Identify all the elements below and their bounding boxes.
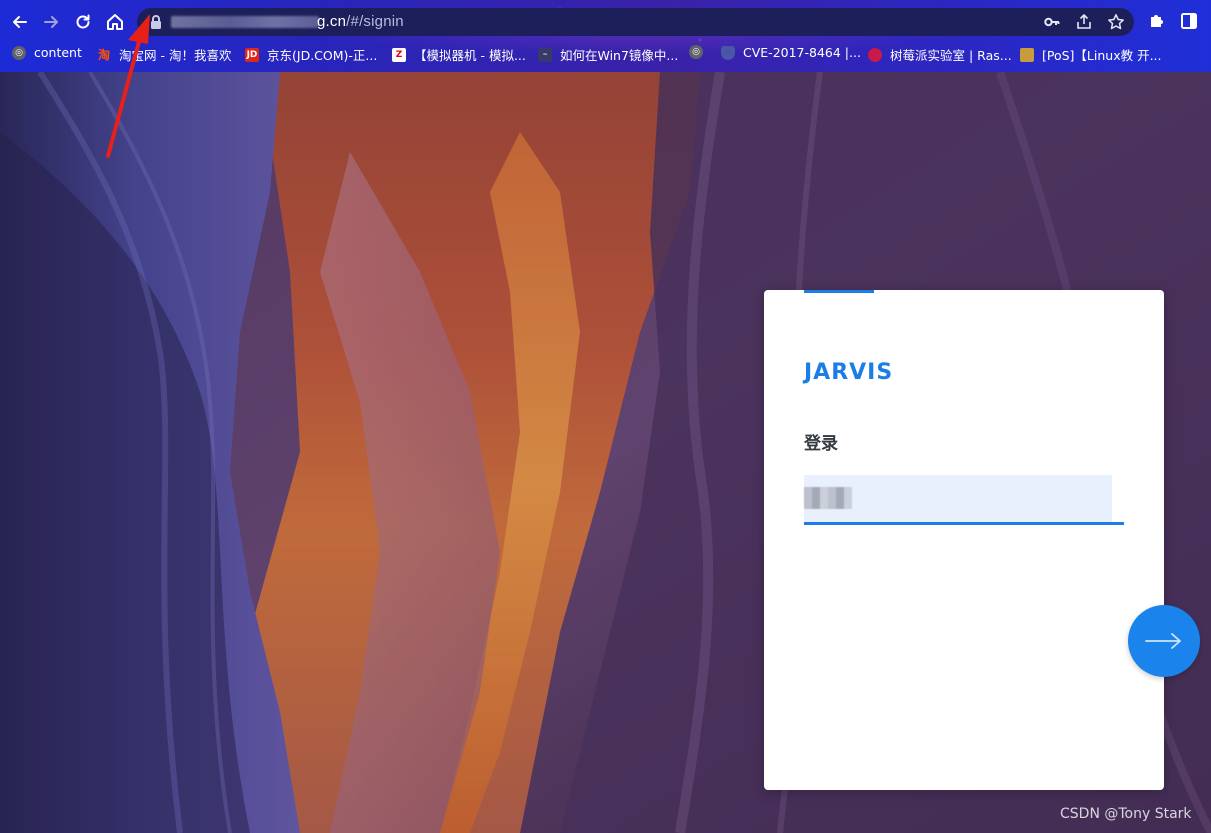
taobao-icon: 淘 bbox=[97, 48, 110, 62]
side-panel-icon bbox=[1181, 13, 1197, 29]
star-icon bbox=[1108, 14, 1124, 30]
back-button[interactable] bbox=[8, 10, 32, 34]
bookmarks-bar: ◎ content 淘 淘宝网 - 淘！我喜欢 JD 京东(JD.COM)-正.… bbox=[0, 44, 1211, 66]
reload-icon bbox=[76, 14, 90, 29]
bookmark-item[interactable]: JD 京东(JD.COM)-正... bbox=[245, 45, 377, 64]
brand-title: JARVIS bbox=[804, 360, 894, 385]
key-icon bbox=[1044, 17, 1060, 27]
globe-icon: ◎ bbox=[12, 45, 26, 60]
input-redacted-value bbox=[804, 487, 852, 509]
reload-button[interactable] bbox=[71, 10, 95, 34]
url-path: /#/signin bbox=[346, 13, 404, 30]
bookmark-label: content bbox=[34, 45, 82, 60]
share-button[interactable] bbox=[1075, 13, 1093, 31]
share-icon bbox=[1077, 14, 1091, 29]
bookmark-label: 【模拟器机 - 模拟... bbox=[414, 48, 526, 63]
bookmark-label: CVE-2017-8464 |... bbox=[743, 45, 861, 60]
card-accent-bar bbox=[804, 290, 874, 293]
globe-icon: ◎ bbox=[689, 45, 703, 59]
home-icon bbox=[107, 14, 123, 30]
url-redacted bbox=[171, 16, 319, 28]
jd-icon: JD bbox=[245, 47, 259, 62]
site-icon: ~ bbox=[538, 47, 552, 62]
arrow-right-icon bbox=[1145, 633, 1181, 649]
login-heading: 登录 bbox=[804, 434, 838, 454]
bookmark-item[interactable]: ~ 如何在Win7镜像中... bbox=[538, 45, 678, 64]
browser-chrome: g.cn/#/signin ◎ content 淘 淘宝网 - 淘！我喜欢 JD… bbox=[0, 0, 1211, 72]
side-panel-button[interactable] bbox=[1179, 11, 1199, 31]
bookmark-item[interactable]: Z 【模拟器机 - 模拟... bbox=[392, 45, 526, 64]
bookmark-label: 京东(JD.COM)-正... bbox=[267, 48, 378, 63]
bookmark-item[interactable]: ◎ content bbox=[12, 45, 82, 60]
bookmark-item[interactable]: CVE-2017-8464 |... bbox=[721, 45, 861, 60]
bookmark-label: 淘宝网 - 淘！我喜欢 bbox=[119, 48, 232, 63]
z-icon: Z bbox=[392, 47, 406, 62]
url-host: g.cn bbox=[317, 13, 347, 30]
bookmark-label: [PoS]【Linux教 开... bbox=[1042, 48, 1162, 63]
bookmark-item[interactable]: 淘 淘宝网 - 淘！我喜欢 bbox=[97, 45, 231, 64]
bookmark-item[interactable]: 树莓派实验室 | Ras... bbox=[868, 45, 1012, 64]
back-arrow-icon bbox=[13, 16, 27, 28]
login-card: JARVIS 登录 bbox=[764, 290, 1164, 790]
browser-toolbar: g.cn/#/signin bbox=[0, 0, 1211, 44]
url-text: g.cn/#/signin bbox=[317, 13, 404, 30]
forward-button[interactable] bbox=[39, 10, 63, 34]
password-key-button[interactable] bbox=[1043, 13, 1061, 31]
bookmark-label: 树莓派实验室 | Ras... bbox=[890, 48, 1012, 63]
bookmark-star-button[interactable] bbox=[1107, 13, 1125, 31]
username-field bbox=[804, 475, 1124, 525]
bookmark-item[interactable]: [PoS]【Linux教 开... bbox=[1020, 45, 1162, 64]
home-button[interactable] bbox=[103, 10, 127, 34]
puzzle-icon bbox=[1151, 15, 1163, 27]
bookmark-label: 如何在Win7镜像中... bbox=[560, 48, 679, 63]
input-underline bbox=[804, 522, 1124, 525]
bookmark-item[interactable]: ◎ bbox=[689, 45, 711, 59]
extensions-button[interactable] bbox=[1147, 11, 1167, 31]
raspberry-icon bbox=[868, 47, 882, 62]
next-button[interactable] bbox=[1128, 605, 1200, 677]
box-icon bbox=[1020, 47, 1034, 62]
address-bar[interactable]: g.cn/#/signin bbox=[137, 8, 1134, 36]
shield-icon bbox=[721, 45, 735, 60]
lock-icon[interactable] bbox=[149, 14, 163, 30]
csdn-watermark: CSDN @Tony Stark bbox=[1060, 806, 1192, 822]
forward-arrow-icon bbox=[44, 16, 58, 28]
